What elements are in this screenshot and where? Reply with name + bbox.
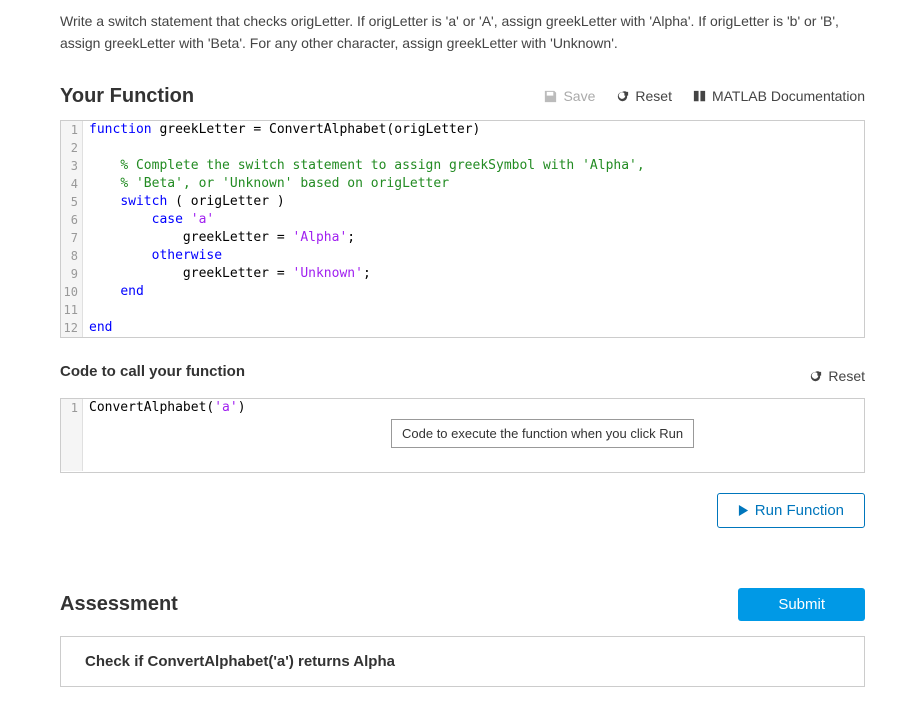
assessment-heading: Assessment: [60, 593, 178, 616]
code-line-content: greekLetter = 'Unknown';: [83, 265, 371, 283]
function-code-editor[interactable]: 1function greekLetter = ConvertAlphabet(…: [60, 120, 865, 338]
reset-icon: [808, 369, 823, 384]
line-number: 7: [61, 229, 83, 247]
code-line-content: case 'a': [83, 211, 214, 229]
book-icon: [692, 89, 707, 104]
call-reset-label: Reset: [828, 368, 865, 384]
line-number: 1: [61, 399, 83, 417]
run-function-button[interactable]: Run Function: [717, 493, 865, 528]
run-label: Run Function: [755, 502, 844, 519]
line-number: 9: [61, 265, 83, 283]
reset-button[interactable]: Reset: [615, 88, 672, 104]
code-line-content: % Complete the switch statement to assig…: [83, 157, 645, 175]
line-number: 6: [61, 211, 83, 229]
matlab-docs-link[interactable]: MATLAB Documentation: [692, 88, 865, 104]
line-number: 1: [61, 121, 83, 139]
line-number: 4: [61, 175, 83, 193]
reset-label: Reset: [635, 88, 672, 104]
call-code-editor[interactable]: 1 ConvertAlphabet('a') Code to execute t…: [60, 398, 865, 473]
call-reset-button[interactable]: Reset: [808, 368, 865, 384]
code-line-content: switch ( origLetter ): [83, 193, 285, 211]
call-function-heading: Code to call your function: [60, 363, 245, 380]
code-line-content: [83, 139, 97, 157]
assessment-check-title: Check if ConvertAlphabet('a') returns Al…: [85, 653, 840, 670]
line-number: 2: [61, 139, 83, 157]
your-function-heading: Your Function: [60, 85, 194, 108]
code-line-content: otherwise: [83, 247, 222, 265]
submit-button[interactable]: Submit: [738, 588, 865, 621]
docs-label: MATLAB Documentation: [712, 88, 865, 104]
code-line-content: greekLetter = 'Alpha';: [83, 229, 355, 247]
save-label: Save: [563, 88, 595, 104]
tooltip: Code to execute the function when you cl…: [391, 419, 694, 448]
line-number: 12: [61, 319, 83, 337]
save-button[interactable]: Save: [543, 88, 595, 104]
play-icon: [738, 504, 749, 517]
assessment-item: Check if ConvertAlphabet('a') returns Al…: [60, 636, 865, 687]
problem-instructions: Write a switch statement that checks ori…: [60, 10, 865, 55]
line-number: 11: [61, 301, 83, 319]
code-line-content: function greekLetter = ConvertAlphabet(o…: [83, 121, 480, 139]
code-line-content: end: [83, 283, 144, 301]
code-line-content: [83, 301, 97, 319]
line-number: 3: [61, 157, 83, 175]
editor-toolbar: Save Reset MATLAB Documentation: [543, 88, 865, 104]
save-icon: [543, 89, 558, 104]
line-number: 8: [61, 247, 83, 265]
reset-icon: [615, 89, 630, 104]
line-number: 10: [61, 283, 83, 301]
code-line-content: end: [83, 319, 112, 337]
code-line-content: % 'Beta', or 'Unknown' based on origLett…: [83, 175, 449, 193]
call-code-text: ConvertAlphabet('a'): [83, 399, 246, 417]
line-number: 5: [61, 193, 83, 211]
